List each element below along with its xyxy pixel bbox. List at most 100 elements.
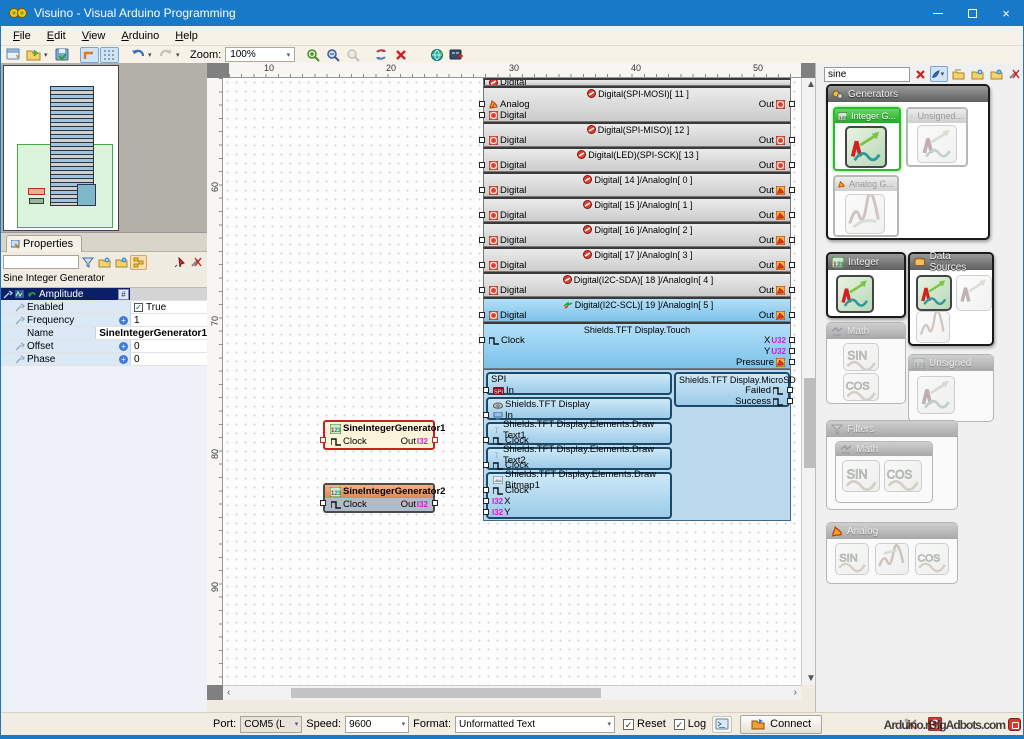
sine-generator2-block[interactable]: 123 SineIntegerGenerator2 Clock OutI32 xyxy=(323,483,435,513)
analog-generator-tile[interactable] xyxy=(845,194,885,234)
route-style-toggle-icon[interactable] xyxy=(80,47,99,63)
analog-tile[interactable]: SIN xyxy=(835,543,869,575)
category-integer[interactable]: 123Integer xyxy=(826,252,906,318)
filter-icon[interactable] xyxy=(79,255,96,270)
property-value[interactable]: 0 xyxy=(134,354,140,365)
property-value[interactable]: SineIntegerGenerator1 xyxy=(99,328,207,339)
component-search-input[interactable] xyxy=(824,67,910,82)
collapse-all-icon[interactable] xyxy=(113,255,130,270)
math-tile[interactable]: SIN xyxy=(843,343,879,371)
pin-connector[interactable] xyxy=(789,312,795,318)
board-pin-block-11[interactable]: Digital(SPI-MOSI)[ 11 ] Analog Out Digit… xyxy=(483,86,791,122)
pin-connector[interactable] xyxy=(479,137,485,143)
category-analog[interactable]: Analog SIN COS xyxy=(826,522,958,584)
palette-settings-icon[interactable] xyxy=(1006,66,1024,82)
spi-block[interactable]: SPI SPI In xyxy=(486,372,672,395)
pin-connector[interactable] xyxy=(787,387,793,393)
menu-edit[interactable]: Edit xyxy=(39,28,74,44)
pin-connector[interactable] xyxy=(479,212,485,218)
undo-icon[interactable] xyxy=(128,47,147,63)
offset-expand-button[interactable]: + xyxy=(119,342,128,351)
category-filters[interactable]: Filters Math SIN COS xyxy=(826,420,958,510)
board-pin-block-12[interactable]: Digital(SPI-MISO)[ 12 ] Digital Out xyxy=(483,122,791,147)
redo-icon[interactable] xyxy=(156,47,175,63)
pin-connector[interactable] xyxy=(432,437,438,443)
board-pin-block-clipped[interactable]: Digital xyxy=(483,78,791,86)
board-pin-block-13[interactable]: Digital(LED)(SPI-SCK)[ 13 ] Digital Out xyxy=(483,147,791,172)
properties-filter-input[interactable] xyxy=(3,255,79,269)
redo-dropdown-icon[interactable]: ▾ xyxy=(176,51,184,59)
pin-connector[interactable] xyxy=(789,137,795,143)
format-select[interactable]: Unformatted Text ▾ xyxy=(455,716,615,733)
component-analog-generator[interactable]: Analog G... xyxy=(833,175,899,237)
clear-search-icon[interactable] xyxy=(911,66,929,82)
search-filter-icon[interactable]: ▾ xyxy=(930,66,948,82)
log-checkbox[interactable]: ✓Log xyxy=(674,718,706,730)
zoom-select[interactable]: 100% ▾ xyxy=(225,47,295,62)
pin-connector[interactable] xyxy=(789,337,795,343)
data-source-tile[interactable] xyxy=(916,311,950,343)
pin-connector[interactable] xyxy=(483,462,489,468)
integer-generator-tile[interactable] xyxy=(845,126,887,168)
pin-connector[interactable] xyxy=(483,412,489,418)
data-source-tile[interactable] xyxy=(956,275,992,311)
unsigned-generator-tile[interactable] xyxy=(917,125,957,163)
scroll-left-icon[interactable]: ‹ xyxy=(227,686,230,699)
pin-connector[interactable] xyxy=(789,262,795,268)
zoom-reset-icon[interactable] xyxy=(343,47,362,63)
board-pin-block-19[interactable]: Digital(I2C-SCL)[ 19 ]/AnalogIn[ 5 ] Dig… xyxy=(483,297,791,322)
expand-all-categories-icon[interactable] xyxy=(968,66,986,82)
pin-connector[interactable] xyxy=(479,237,485,243)
board-pin-block-15[interactable]: Digital[ 15 ]/AnalogIn[ 1 ] Digital Out xyxy=(483,197,791,222)
close-button[interactable]: × xyxy=(989,0,1023,26)
board-pin-block-14[interactable]: Digital[ 14 ]/AnalogIn[ 0 ] Digital Out xyxy=(483,172,791,197)
pin-connector[interactable] xyxy=(483,509,489,515)
menu-help[interactable]: Help xyxy=(167,28,206,44)
pin-connector[interactable] xyxy=(789,101,795,107)
pin-connector[interactable] xyxy=(789,187,795,193)
board-pin-block-17[interactable]: Digital[ 17 ]/AnalogIn[ 3 ] Digital Out xyxy=(483,247,791,272)
scroll-right-icon[interactable]: › xyxy=(794,686,797,699)
vertical-scroll-thumb[interactable] xyxy=(804,378,815,468)
undo-dropdown-icon[interactable]: ▾ xyxy=(148,51,156,59)
pin-connector[interactable] xyxy=(479,112,485,118)
pin-connector[interactable] xyxy=(479,162,485,168)
pin-connector[interactable] xyxy=(789,348,795,354)
tab-properties[interactable]: Properties xyxy=(6,235,82,252)
phase-expand-button[interactable]: + xyxy=(119,355,128,364)
math-tile[interactable]: COS xyxy=(843,373,879,401)
pin-connector[interactable] xyxy=(479,287,485,293)
grid-toggle-icon[interactable] xyxy=(100,47,119,63)
pin-connector[interactable] xyxy=(483,487,489,493)
categorized-view-icon[interactable] xyxy=(130,255,147,270)
pin-connector[interactable] xyxy=(320,500,326,506)
reset-checkbox[interactable]: ✓Reset xyxy=(623,718,666,730)
pin-connector[interactable] xyxy=(787,398,793,404)
pin-connector[interactable] xyxy=(479,262,485,268)
category-math[interactable]: Math SIN COS xyxy=(826,322,906,404)
enabled-checkbox[interactable]: ✓ xyxy=(134,303,143,312)
design-canvas[interactable]: Digital Digital(SPI-MOSI)[ 11 ] Analog O… xyxy=(223,78,801,685)
component-unsigned-generator[interactable]: 123Unsigned... xyxy=(906,107,968,167)
properties-settings-icon[interactable] xyxy=(188,255,205,270)
menu-view[interactable]: View xyxy=(74,28,114,44)
open-dropdown-icon[interactable]: ▾ xyxy=(44,51,52,59)
menu-arduino[interactable]: Arduino xyxy=(113,28,167,44)
horizontal-scroll-thumb[interactable] xyxy=(291,688,601,698)
maximize-button[interactable] xyxy=(955,0,989,26)
filter-math-tile[interactable]: COS xyxy=(884,460,922,492)
speed-select[interactable]: 9600 ▾ xyxy=(345,716,409,733)
new-project-icon[interactable] xyxy=(4,47,23,63)
tft-shield-container[interactable]: SPI SPI In Shields.TFT Display In TShiel… xyxy=(483,369,791,521)
pin-connector[interactable] xyxy=(483,498,489,504)
horizontal-scrollbar[interactable]: ‹ › xyxy=(223,685,801,700)
save-project-icon[interactable] xyxy=(52,47,71,63)
draw-text1-block[interactable]: TShields.TFT Display.Elements.Draw Text1… xyxy=(486,422,672,445)
property-row-offset[interactable]: Offset + 0 xyxy=(1,340,207,353)
microsd-block[interactable]: Shields.TFT Display.MicroSD Failed Succe… xyxy=(674,372,790,407)
frequency-expand-button[interactable]: + xyxy=(119,316,128,325)
serial-terminal-icon[interactable] xyxy=(712,716,732,733)
data-source-tile[interactable] xyxy=(916,275,952,311)
property-value[interactable]: 1 xyxy=(134,315,140,326)
web-help-icon[interactable] xyxy=(427,47,446,63)
